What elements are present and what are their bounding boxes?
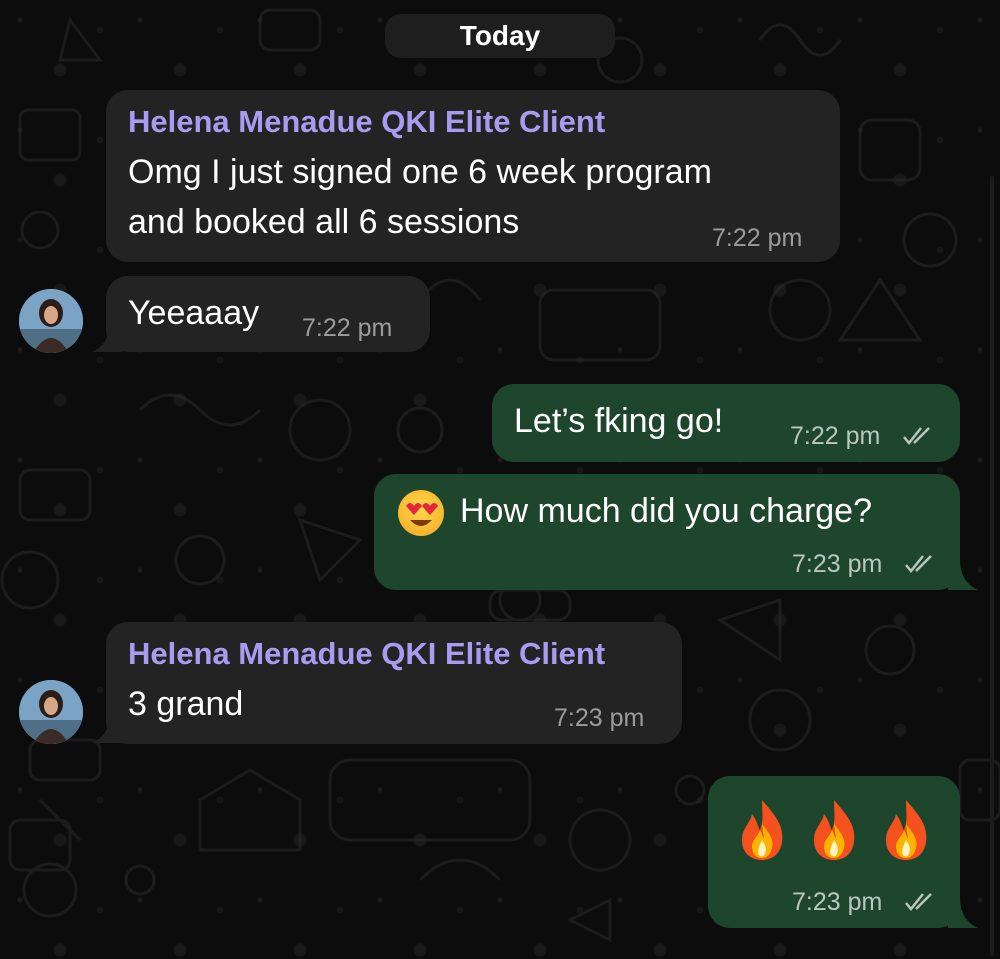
chat-background: Today Helena Menadue QKI Elite Client Om… [0, 0, 1000, 959]
read-double-check-icon [905, 555, 932, 573]
fire-emoji-icon [742, 800, 783, 860]
message-bubble-incoming[interactable]: Helena Menadue QKI Elite Client Omg I ju… [106, 90, 840, 262]
date-separator-label: Today [459, 20, 541, 51]
heart-eyes-emoji-icon [398, 490, 444, 536]
fire-emoji-icon [886, 800, 927, 860]
message-bubble-incoming[interactable]: Helena Menadue QKI Elite Client 3 grand … [106, 622, 682, 744]
helena-avatar[interactable] [19, 289, 83, 353]
read-double-check-icon [903, 427, 930, 445]
sender-name[interactable]: Helena Menadue QKI Elite Client [128, 104, 605, 140]
helena-avatar[interactable] [19, 680, 83, 744]
message-timestamp: 7:23 pm [792, 550, 883, 578]
sender-name[interactable]: Helena Menadue QKI Elite Client [128, 636, 605, 672]
message-text: Let’s fking go! [514, 402, 724, 440]
message-text: 3 grand [128, 685, 244, 723]
message-bubble-outgoing[interactable]: How much did you charge? 7:23 pm [374, 474, 960, 590]
message-timestamp: 7:22 pm [712, 224, 803, 252]
scrollbar[interactable] [990, 176, 994, 956]
avatar-photo-icon [19, 680, 83, 744]
avatar-photo-icon [19, 289, 83, 353]
message-text-line: and booked all 6 sessions [128, 203, 520, 241]
message-text: How much did you charge? [460, 492, 873, 530]
message-timestamp: 7:22 pm [790, 422, 881, 450]
message-bubble-incoming[interactable]: Yeeaaay 7:22 pm [106, 276, 430, 352]
message-bubble-outgoing[interactable]: Let’s fking go! 7:22 pm [492, 384, 960, 462]
message-bubble-outgoing[interactable]: 7:23 pm [708, 776, 960, 928]
message-text: Yeeaaay [128, 294, 260, 332]
message-timestamp: 7:23 pm [554, 704, 645, 732]
date-separator: Today [385, 14, 615, 58]
fire-emoji-icon [814, 800, 855, 860]
read-double-check-icon [905, 893, 932, 911]
message-timestamp: 7:22 pm [302, 314, 393, 342]
message-timestamp: 7:23 pm [792, 888, 883, 916]
message-text-line: Omg I just signed one 6 week program [128, 153, 712, 191]
